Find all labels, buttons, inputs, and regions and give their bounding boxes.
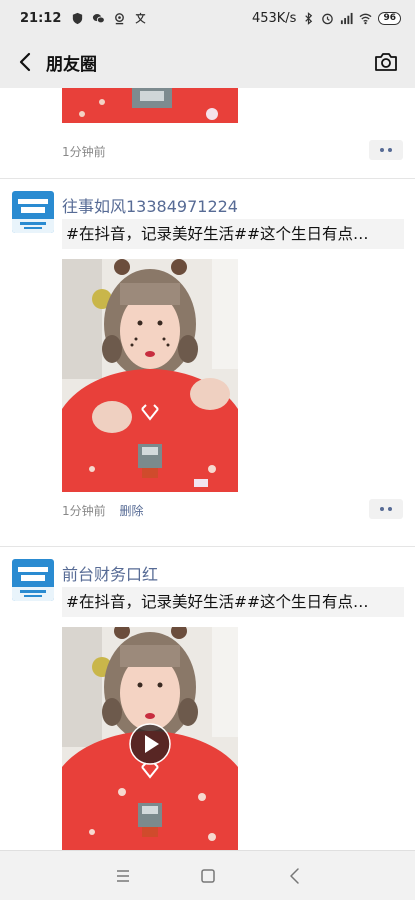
- wifi-icon: [359, 13, 372, 24]
- page-title: 朋友圈: [46, 54, 97, 75]
- translate-icon: [135, 12, 146, 24]
- video-thumbnail[interactable]: [62, 259, 238, 492]
- back-nav-icon[interactable]: [284, 865, 306, 887]
- post-text[interactable]: #在抖音，记录美好生活##这个生日有点…: [62, 587, 404, 617]
- status-time: 21:12: [20, 10, 62, 26]
- avatar[interactable]: [12, 191, 54, 233]
- status-bar: 21:12 453K/s 96: [0, 0, 415, 36]
- moment-post: 前台财务口红 #在抖音，记录美好生活##这个生日有点…: [0, 547, 415, 850]
- signal-icon: [341, 12, 354, 24]
- avatar[interactable]: [12, 559, 54, 601]
- more-actions-button[interactable]: [369, 140, 403, 160]
- post-time: 1分钟前: [62, 504, 106, 518]
- post-time: 1分钟前: [62, 145, 106, 159]
- author-name[interactable]: 往事如风13384971224: [62, 193, 238, 217]
- moment-post: 1分钟前: [0, 88, 415, 178]
- moment-post: 往事如风13384971224 #在抖音，记录美好生活##这个生日有点… 1分钟…: [0, 179, 415, 546]
- more-actions-button[interactable]: [369, 499, 403, 519]
- location-icon: [115, 12, 125, 24]
- video-thumbnail[interactable]: [62, 627, 238, 850]
- post-meta: 1分钟前 删除: [62, 502, 143, 519]
- post-text[interactable]: #在抖音，记录美好生活##这个生日有点…: [62, 219, 404, 249]
- author-name[interactable]: 前台财务口红: [62, 561, 158, 585]
- video-thumbnail[interactable]: [62, 88, 238, 123]
- network-speed: 453K/s: [251, 10, 297, 26]
- post-meta: 1分钟前: [62, 143, 106, 160]
- home-icon[interactable]: [197, 865, 219, 887]
- bluetooth-icon: [305, 11, 313, 25]
- alarm-icon: [322, 13, 334, 24]
- delete-link[interactable]: 删除: [119, 504, 143, 518]
- wechat-icon: [93, 13, 106, 23]
- moments-feed[interactable]: 1分钟前 往事如风13384971224 #在抖音，记录美好生活##这个生日有点…: [0, 88, 415, 850]
- back-arrow-icon[interactable]: [14, 50, 38, 74]
- menu-icon[interactable]: [112, 865, 134, 887]
- shield-icon: [73, 12, 83, 24]
- play-icon[interactable]: [128, 722, 172, 766]
- title-bar: 朋友圈: [0, 36, 415, 88]
- battery-indicator: 96: [378, 11, 401, 25]
- system-nav-bar: [0, 850, 415, 900]
- camera-icon[interactable]: [373, 49, 399, 75]
